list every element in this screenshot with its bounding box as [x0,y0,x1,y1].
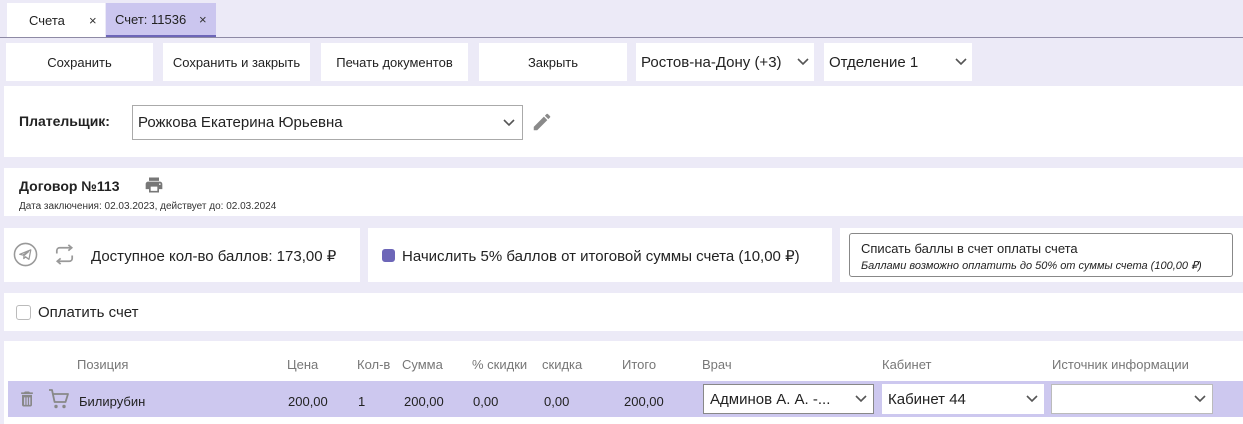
accrue-points-label: Начислить 5% баллов от итоговой суммы сч… [402,248,800,265]
cell-total: 200,00 [624,394,664,409]
tab-label: Счет: 11536 [115,11,187,27]
writeoff-note: Баллами возможно оплатить до 50% от сумм… [861,260,1202,272]
writeoff-panel: Списать баллы в счет оплаты счета Баллам… [840,228,1243,282]
room-select-value: Кабинет 44 [888,390,966,408]
doctor-select-value: Админов А. А. -... [710,390,831,408]
cell-position: Билирубин [79,394,146,409]
contract-dates: Дата заключения: 02.03.2023, действует д… [19,201,277,212]
services-table: Позиция Цена Кол-в Сумма % скидки скидка… [4,341,1243,424]
column-header-source: Источник информации [1052,357,1189,372]
save-and-close-button[interactable]: Сохранить и закрыть [163,43,310,81]
cell-qty: 1 [358,394,366,409]
table-row[interactable]: Билирубин 200,00 1 200,00 0,00 0,00 200,… [8,381,1243,417]
telegram-icon[interactable] [13,242,38,267]
contract-panel: Договор №113 Дата заключения: 02.03.2023… [4,168,1243,216]
tab-label: Счета [29,12,65,28]
close-icon[interactable]: × [199,12,207,27]
cell-price: 200,00 [288,394,328,409]
print-documents-button[interactable]: Печать документов [321,43,468,81]
chevron-down-icon [955,58,967,66]
department-select-value: Отделение 1 [829,53,919,71]
payer-select[interactable]: Рожкова Екатерина Юрьевна [132,105,523,140]
city-select-value: Ростов-на-Дону (+3) [641,53,782,71]
accrue-panel: Начислить 5% баллов от итоговой суммы сч… [368,228,832,282]
doctor-select[interactable]: Админов А. А. -... [703,384,874,414]
info-source-select[interactable] [1051,384,1213,414]
column-header-price: Цена [287,357,319,372]
tab-bar: Счета × Счет: 11536 × [0,0,1243,38]
cart-icon[interactable] [47,387,71,411]
contract-title: Договор №113 [19,178,120,194]
column-header-position: Позиция [77,357,129,372]
pay-invoice-label: Оплатить счет [38,304,139,321]
pay-panel: Оплатить счет [4,293,1243,331]
writeoff-title: Списать баллы в счет оплаты счета [861,241,1078,256]
close-button[interactable]: Закрыть [479,43,627,81]
trash-icon[interactable] [17,388,37,410]
cell-sum: 200,00 [404,394,444,409]
chevron-down-icon [855,395,867,403]
payer-select-value: Рожкова Екатерина Юрьевна [138,114,343,131]
column-header-room: Кабинет [882,357,932,372]
cell-discount: 0,00 [544,394,570,409]
printer-icon[interactable] [144,175,164,195]
save-button[interactable]: Сохранить [6,43,153,81]
available-points: Доступное кол-во баллов: 173,00 ₽ [91,248,337,265]
writeoff-points-button[interactable]: Списать баллы в счет оплаты счета Баллам… [849,233,1233,277]
tab-invoices[interactable]: Счета × [7,3,105,37]
points-panel: Доступное кол-во баллов: 173,00 ₽ [4,228,360,282]
chevron-down-icon [797,58,809,66]
department-select[interactable]: Отделение 1 [824,43,972,81]
close-icon[interactable]: × [89,13,97,28]
payer-label: Плательщик: [19,113,110,129]
accrue-points-checkbox[interactable] [382,249,395,262]
refresh-icon[interactable] [52,242,77,267]
pencil-icon[interactable] [531,111,553,133]
column-header-qty: Кол-в [357,357,391,372]
chevron-down-icon [1194,395,1206,403]
room-select[interactable]: Кабинет 44 [882,384,1044,414]
pay-invoice-checkbox[interactable] [16,305,31,320]
column-header-doctor: Врач [702,357,732,372]
column-header-discount-pct: % скидки [472,357,528,372]
column-header-discount: скидка [542,357,583,372]
column-header-sum: Сумма [402,357,443,372]
column-header-total: Итого [622,357,657,372]
tab-invoice-11536[interactable]: Счет: 11536 × [106,3,216,37]
payer-panel: Плательщик: Рожкова Екатерина Юрьевна [4,86,1243,157]
cell-discount-pct: 0,00 [473,394,499,409]
chevron-down-icon [1026,395,1038,403]
city-select[interactable]: Ростов-на-Дону (+3) [636,43,814,81]
chevron-down-icon [503,118,515,126]
